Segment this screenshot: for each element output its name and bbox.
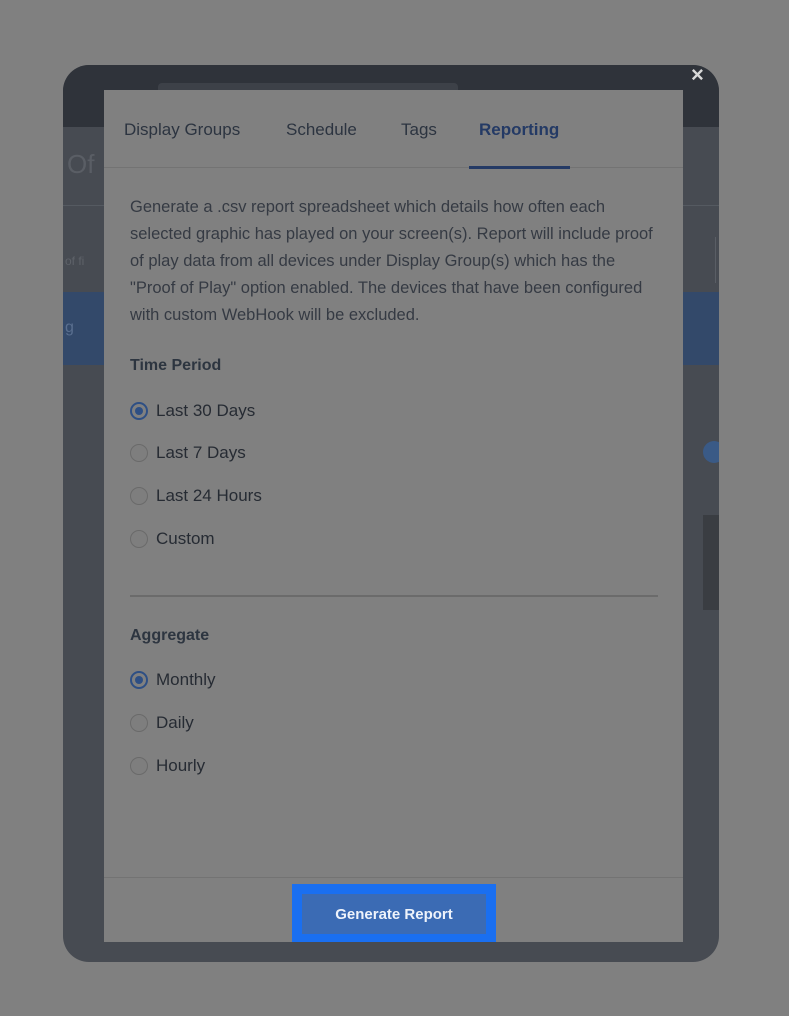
background-app-avatar: [703, 441, 719, 463]
radio-last-7-days[interactable]: Last 7 Days: [130, 441, 246, 465]
radio-daily[interactable]: Daily: [130, 711, 194, 735]
aggregate-label: Aggregate: [130, 627, 210, 644]
radio-unchecked-icon[interactable]: [130, 444, 148, 462]
radio-label: Daily: [156, 713, 194, 732]
report-description: Generate a .csv report spreadsheet which…: [130, 198, 653, 324]
radio-label: Monthly: [156, 670, 216, 689]
radio-label: Last 7 Days: [156, 443, 246, 462]
radio-label: Custom: [156, 529, 215, 548]
radio-custom[interactable]: Custom: [130, 527, 215, 551]
radio-unchecked-icon[interactable]: [130, 714, 148, 732]
radio-label: Hourly: [156, 756, 206, 775]
background-app-right-input: [715, 237, 719, 283]
reporting-modal: Display Groups Schedule Tags Reporting G…: [104, 90, 683, 942]
background-app-thumbnail: [703, 515, 719, 610]
radio-checked-icon[interactable]: [130, 402, 148, 420]
radio-monthly[interactable]: Monthly: [130, 668, 216, 692]
radio-hourly[interactable]: Hourly: [130, 754, 205, 778]
radio-label: Last 30 Days: [156, 401, 256, 420]
close-icon[interactable]: ×: [691, 62, 704, 88]
active-tab-indicator: [469, 166, 570, 169]
background-app-band-text: g: [65, 319, 74, 336]
radio-label: Last 24 Hours: [156, 486, 262, 505]
radio-last-24-hours[interactable]: Last 24 Hours: [130, 484, 262, 508]
section-divider: [130, 595, 658, 597]
generate-report-button[interactable]: Generate Report: [302, 894, 486, 934]
tab-bar: Display Groups Schedule Tags Reporting: [104, 90, 683, 169]
radio-unchecked-icon[interactable]: [130, 757, 148, 775]
background-app-heading: Of: [67, 149, 95, 179]
radio-last-30-days[interactable]: Last 30 Days: [130, 399, 255, 423]
time-period-label: Time Period: [130, 357, 222, 374]
modal-footer-divider: [104, 877, 683, 878]
tab-tags[interactable]: Tags: [401, 120, 437, 140]
radio-unchecked-icon[interactable]: [130, 530, 148, 548]
radio-checked-icon[interactable]: [130, 671, 148, 689]
tab-schedule[interactable]: Schedule: [286, 120, 357, 140]
tab-reporting[interactable]: Reporting: [479, 120, 559, 140]
tab-display-groups[interactable]: Display Groups: [124, 120, 240, 140]
radio-unchecked-icon[interactable]: [130, 487, 148, 505]
